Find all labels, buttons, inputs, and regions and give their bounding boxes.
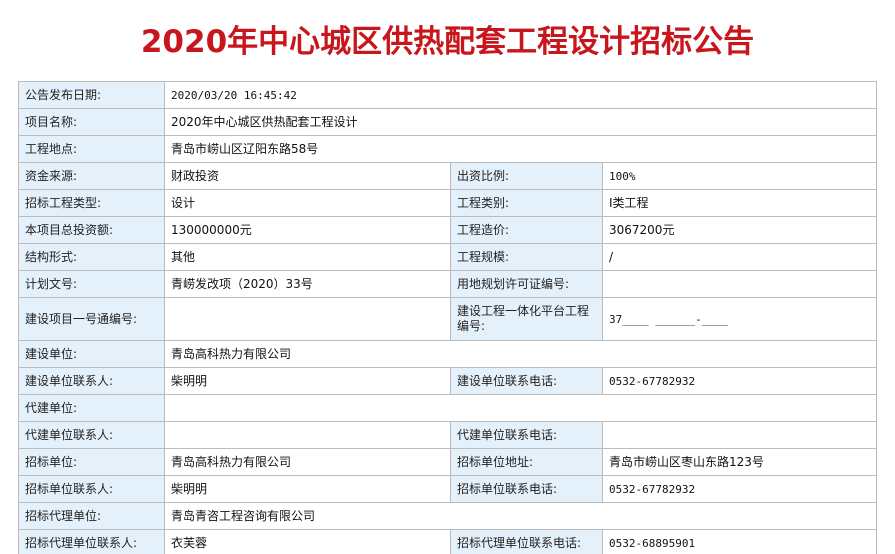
table-row: 建设单位: 青岛高科热力有限公司 [18,340,877,368]
agent-builder-value [164,394,877,422]
fund-source-label: 资金来源: [18,162,165,190]
project-name-value: 2020年中心城区供热配套工程设计 [164,108,877,136]
agent-builder-phone-label: 代建单位联系电话: [450,421,603,449]
tender-agent-contact-label: 招标代理单位联系人: [18,529,165,554]
publish-date-value: 2020/03/20 16:45:42 [164,81,877,109]
tenderer-value: 青岛高科热力有限公司 [164,448,451,476]
tender-agent-label: 招标代理单位: [18,502,165,530]
table-row: 代建单位: [18,394,877,422]
project-category-label: 工程类别: [450,189,603,217]
tenderer-address-value: 青岛市崂山区枣山东路123号 [602,448,877,476]
scale-value: / [602,243,877,271]
structure-value: 其他 [164,243,451,271]
tender-type-label: 招标工程类型: [18,189,165,217]
project-name-label: 项目名称: [18,108,165,136]
project-code-value [164,297,451,341]
scale-label: 工程规模: [450,243,603,271]
table-row: 结构形式: 其他 工程规模: / [18,243,877,271]
table-row: 代建单位联系人: 代建单位联系电话: [18,421,877,449]
table-row: 招标单位: 青岛高科热力有限公司 招标单位地址: 青岛市崂山区枣山东路123号 [18,448,877,476]
table-row: 计划文号: 青崂发改项（2020）33号 用地规划许可证编号: [18,270,877,298]
land-permit-label: 用地规划许可证编号: [450,270,603,298]
plan-doc-label: 计划文号: [18,270,165,298]
notice-info-table: 公告发布日期: 2020/03/20 16:45:42 项目名称: 2020年中… [18,81,877,554]
tenderer-phone-value: 0532-67782932 [602,475,877,503]
project-code-label: 建设项目一号通编号: [18,297,165,341]
tender-agent-phone-value: 0532-68895901 [602,529,877,554]
tender-agent-contact-value: 衣芙蓉 [164,529,451,554]
project-category-value: Ⅰ类工程 [602,189,877,217]
tenderer-contact-label: 招标单位联系人: [18,475,165,503]
tender-type-value: 设计 [164,189,451,217]
publish-date-label: 公告发布日期: [18,81,165,109]
builder-label: 建设单位: [18,340,165,368]
agent-builder-contact-label: 代建单位联系人: [18,421,165,449]
builder-contact-value: 柴明明 [164,367,451,395]
agent-builder-contact-value [164,421,451,449]
table-row: 资金来源: 财政投资 出资比例: 100% [18,162,877,190]
total-investment-value: 130000000元 [164,216,451,244]
table-row: 项目名称: 2020年中心城区供热配套工程设计 [18,108,877,136]
table-row: 公告发布日期: 2020/03/20 16:45:42 [18,81,877,109]
tenderer-label: 招标单位: [18,448,165,476]
tenderer-contact-value: 柴明明 [164,475,451,503]
plan-doc-value: 青崂发改项（2020）33号 [164,270,451,298]
fund-source-value: 财政投资 [164,162,451,190]
tender-agent-phone-label: 招标代理单位联系电话: [450,529,603,554]
tender-agent-value: 青岛青咨工程咨询有限公司 [164,502,877,530]
table-row: 招标工程类型: 设计 工程类别: Ⅰ类工程 [18,189,877,217]
fund-ratio-value: 100% [602,162,877,190]
structure-label: 结构形式: [18,243,165,271]
builder-contact-label: 建设单位联系人: [18,367,165,395]
agent-builder-label: 代建单位: [18,394,165,422]
tenderer-phone-label: 招标单位联系电话: [450,475,603,503]
location-value: 青岛市崂山区辽阳东路58号 [164,135,877,163]
builder-value: 青岛高科热力有限公司 [164,340,877,368]
table-row: 建设单位联系人: 柴明明 建设单位联系电话: 0532-67782932 [18,367,877,395]
table-row: 招标代理单位: 青岛青咨工程咨询有限公司 [18,502,877,530]
platform-code-label: 建设工程一体化平台工程编号: [450,297,603,341]
project-cost-label: 工程造价: [450,216,603,244]
fund-ratio-label: 出资比例: [450,162,603,190]
location-label: 工程地点: [18,135,165,163]
tenderer-address-label: 招标单位地址: [450,448,603,476]
project-cost-value: 3067200元 [602,216,877,244]
builder-phone-label: 建设单位联系电话: [450,367,603,395]
page-title: 2020年中心城区供热配套工程设计招标公告 [140,24,755,60]
table-row: 招标单位联系人: 柴明明 招标单位联系电话: 0532-67782932 [18,475,877,503]
platform-code-value: 37____ ______-____ [602,297,877,341]
land-permit-value [602,270,877,298]
agent-builder-phone-value [602,421,877,449]
builder-phone-value: 0532-67782932 [602,367,877,395]
table-row: 本项目总投资额: 130000000元 工程造价: 3067200元 [18,216,877,244]
total-investment-label: 本项目总投资额: [18,216,165,244]
table-row: 工程地点: 青岛市崂山区辽阳东路58号 [18,135,877,163]
table-row: 建设项目一号通编号: 建设工程一体化平台工程编号: 37____ ______-… [18,297,877,341]
table-row: 招标代理单位联系人: 衣芙蓉 招标代理单位联系电话: 0532-68895901 [18,529,877,554]
